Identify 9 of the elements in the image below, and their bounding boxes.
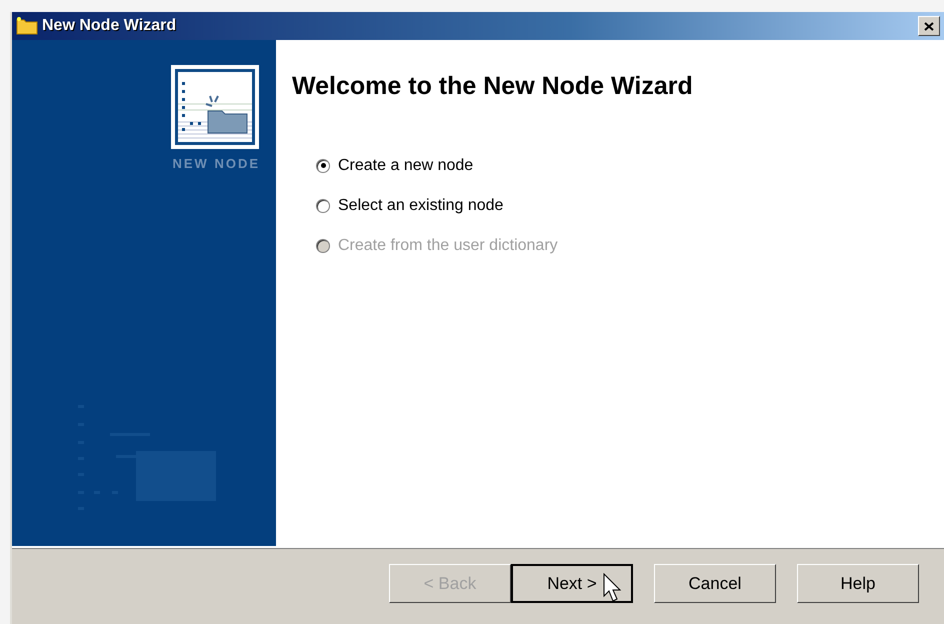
wizard-button[interactable]: Next > xyxy=(511,564,633,603)
wizard-button[interactable]: Help xyxy=(797,564,919,603)
sidebar-caption: NEW NODE xyxy=(172,155,260,173)
option-label: Select an existing node xyxy=(338,196,504,216)
window-title: New Node Wizard xyxy=(42,16,178,36)
wizard-button[interactable]: Cancel xyxy=(654,564,776,603)
option-label: Create a new node xyxy=(338,156,474,176)
option-label: Create from the user dictionary xyxy=(338,236,558,256)
heading: Welcome to the New Node Wizard xyxy=(292,71,694,102)
